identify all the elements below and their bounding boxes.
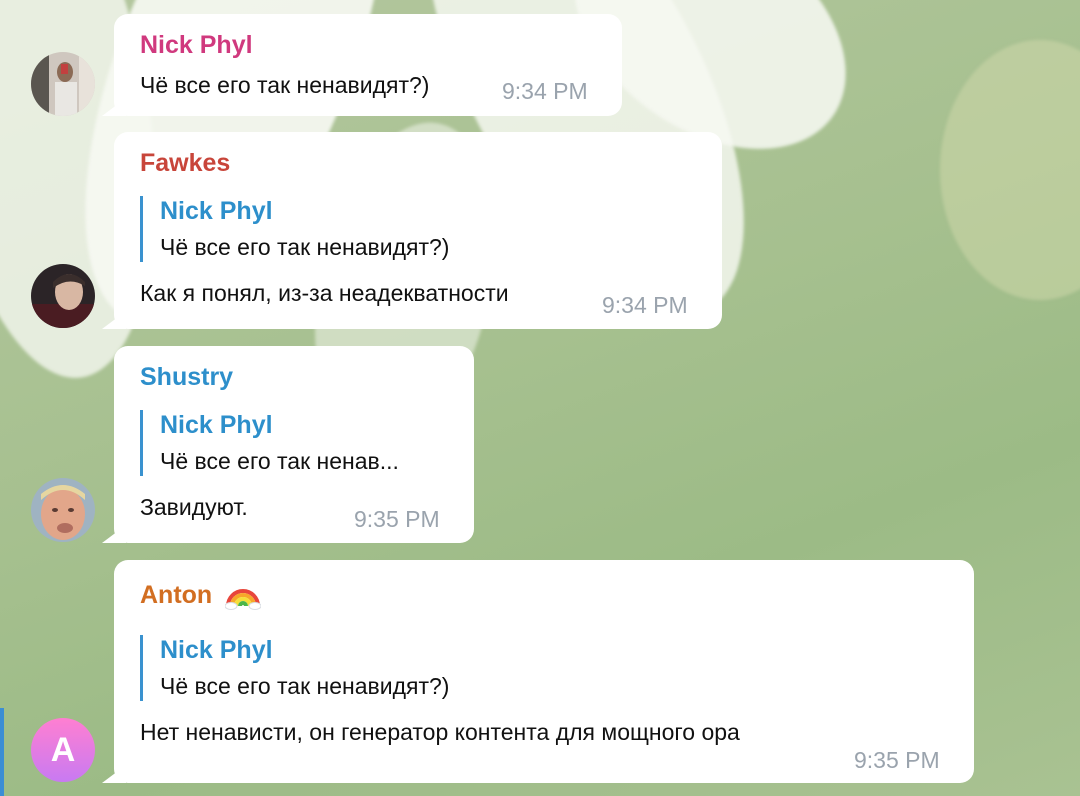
reply-quote[interactable]: Nick Phyl Чё все его так ненавидят?) [140,635,948,701]
message-time: 9:34 PM [502,78,588,104]
reply-text: Чё все его так ненавидят?) [160,234,450,260]
message-bubble[interactable]: Fawkes Nick Phyl Чё все его так ненавидя… [102,132,722,329]
reply-author: Nick Phyl [160,197,273,225]
sender-name[interactable]: Shustry [140,362,448,392]
avatar-shustry[interactable] [31,478,95,542]
avatar-fawkes[interactable] [31,264,95,328]
message-bubble[interactable]: Anton Nick Phyl Чё все его так ненавидят… [102,560,974,783]
avatar-letter: A [50,730,76,769]
reply-author: Nick Phyl [160,636,273,664]
sender-name-text: Anton [140,581,213,610]
reply-quote[interactable]: Nick Phyl Чё все его так ненавидят?) [140,196,696,262]
reply-text: Чё все его так ненавидят?) [160,673,450,699]
sender-name[interactable]: Fawkes [140,148,696,178]
message-bubble[interactable]: Nick Phyl Чё все его так ненавидят?) 9:3… [102,14,622,116]
avatar-nick-phyl[interactable] [31,52,95,116]
message-time: 9:35 PM [354,506,440,532]
sender-name[interactable]: Nick Phyl [140,30,596,60]
message-bubble[interactable]: Shustry Nick Phyl Чё все его так ненав..… [102,346,474,543]
selection-indicator [0,708,4,796]
reply-author: Nick Phyl [160,411,273,439]
reply-quote[interactable]: Nick Phyl Чё все его так ненав... [140,410,448,476]
avatar-anton[interactable]: A [31,718,95,782]
sender-name[interactable]: Anton [140,576,948,617]
message-time: 9:34 PM [602,292,688,318]
rainbow-icon [224,576,262,617]
reply-text: Чё все его так ненав... [160,448,399,474]
message-text: Нет ненависти, он генератор контента для… [140,719,740,745]
message-time: 9:35 PM [854,747,940,773]
